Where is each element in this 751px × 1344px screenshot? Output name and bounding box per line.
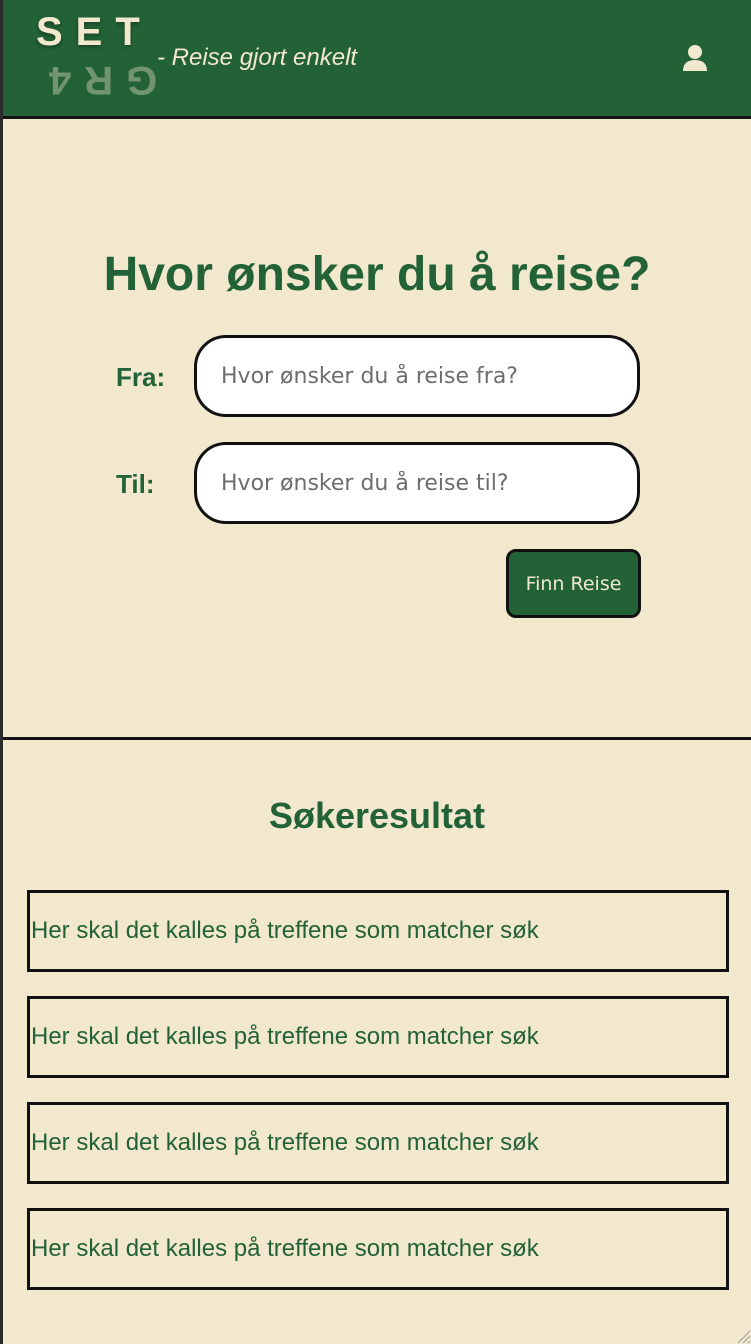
search-section: Hvor ønsker du å reise? Fra: Til: Finn R… [3,119,751,740]
from-input[interactable] [194,335,640,417]
results-title: Søkeresultat [268,795,486,836]
resize-handle-icon[interactable] [735,1328,751,1344]
logo-bottom-text: GR4 [36,58,158,102]
site-header: SET GR4 - Reise gjort enkelt [3,0,751,119]
resize-handle-graphic [737,1330,751,1344]
tagline: - Reise gjort enkelt [157,44,358,71]
from-label: Fra: [116,362,166,392]
result-item[interactable]: Her skal det kalles på treffene som matc… [27,996,729,1078]
find-trip-button[interactable]: Finn Reise [506,549,641,618]
logo-top-text: SET [36,10,153,54]
search-title: Hvor ønsker du å reise? [103,248,651,301]
to-label: Til: [116,469,155,499]
to-input[interactable] [194,442,640,524]
result-list: Her skal det kalles på treffene som matc… [27,890,729,1314]
user-icon-graphic [683,45,707,71]
logo[interactable]: SET GR4 [36,10,157,102]
page: SET GR4 - Reise gjort enkelt Hvor ønsker… [0,0,751,1344]
user-icon[interactable] [682,44,708,72]
result-item[interactable]: Her skal det kalles på treffene som matc… [27,1208,729,1290]
result-item[interactable]: Her skal det kalles på treffene som matc… [27,890,729,972]
result-item[interactable]: Her skal det kalles på treffene som matc… [27,1102,729,1184]
